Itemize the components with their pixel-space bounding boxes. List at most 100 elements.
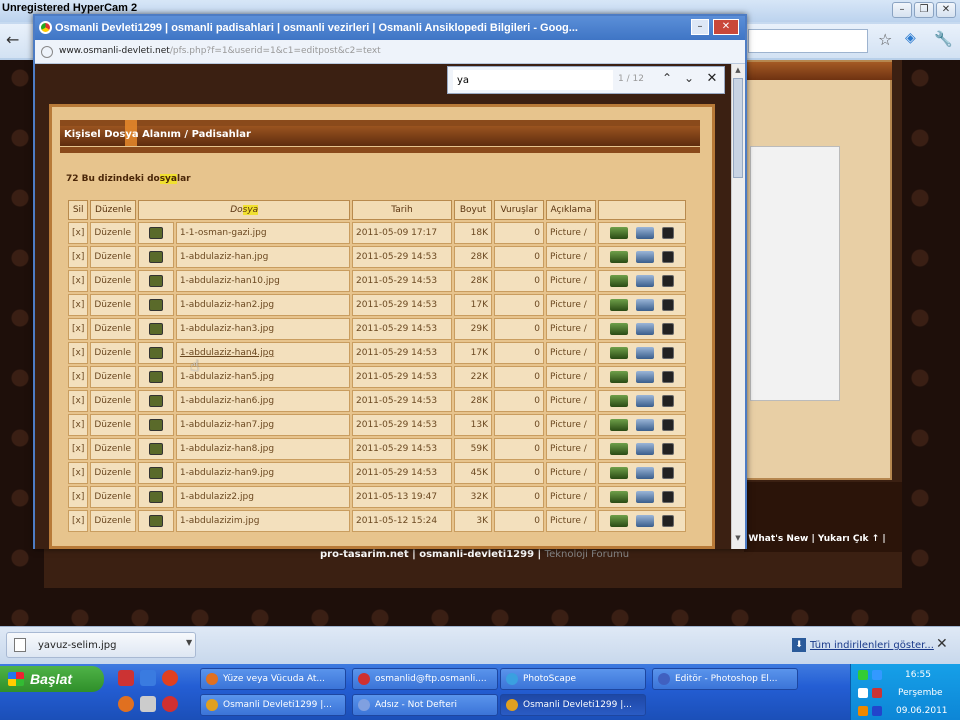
extension-icon[interactable]: ◈ [905, 30, 916, 46]
close-icon[interactable]: ✕ [936, 2, 956, 18]
tray-icon[interactable] [858, 670, 868, 680]
row-delete[interactable]: [x] [68, 294, 89, 316]
image-file-icon[interactable] [149, 443, 164, 455]
view-image-icon[interactable] [636, 323, 654, 335]
row-filename[interactable]: 1-abdulaziz-han2.jpg [175, 294, 350, 316]
filezilla-icon[interactable] [118, 670, 134, 686]
view-image-icon[interactable] [636, 467, 654, 479]
app-icon[interactable] [162, 696, 178, 712]
taskbar-button[interactable]: Osmanli Devleti1299 |... [200, 694, 346, 716]
view-image-icon[interactable] [636, 515, 654, 527]
row-delete[interactable]: [x] [68, 318, 89, 340]
edit-image-icon[interactable] [610, 443, 628, 455]
delete-icon[interactable] [662, 371, 674, 383]
edit-image-icon[interactable] [610, 347, 628, 359]
row-edit[interactable]: Düzenle [90, 438, 137, 460]
row-filename[interactable]: 1-abdulaziz-han6.jpg [175, 390, 350, 412]
row-delete[interactable]: [x] [68, 462, 89, 484]
edit-image-icon[interactable] [610, 515, 628, 527]
delete-icon[interactable] [662, 347, 674, 359]
view-image-icon[interactable] [636, 371, 654, 383]
star-icon[interactable]: ☆ [878, 30, 892, 49]
delete-icon[interactable] [662, 419, 674, 431]
row-delete[interactable]: [x] [68, 366, 89, 388]
delete-icon[interactable] [662, 251, 674, 263]
scroll-thumb[interactable] [733, 78, 743, 178]
delete-icon[interactable] [662, 275, 674, 287]
omnibox[interactable] [748, 29, 868, 53]
back-arrow-icon[interactable]: ← [6, 30, 26, 50]
row-delete[interactable]: [x] [68, 222, 89, 244]
find-input[interactable] [453, 70, 613, 90]
image-file-icon[interactable] [149, 275, 164, 287]
chrome-icon[interactable] [162, 670, 178, 686]
view-image-icon[interactable] [636, 491, 654, 503]
taskbar-button[interactable]: Editör - Photoshop El... [652, 668, 798, 690]
row-delete[interactable]: [x] [68, 246, 89, 268]
image-file-icon[interactable] [149, 347, 164, 359]
image-file-icon[interactable] [149, 227, 164, 239]
taskbar-button[interactable]: Yüze veya Vücuda At... [200, 668, 346, 690]
view-image-icon[interactable] [636, 251, 654, 263]
image-file-icon[interactable] [149, 515, 164, 527]
delete-icon[interactable] [662, 299, 674, 311]
popup-url-bar[interactable]: www.osmanli-devleti.net/pfs.php?f=1&user… [35, 40, 745, 64]
row-edit[interactable]: Düzenle [90, 294, 137, 316]
footer-links[interactable]: | What's New | Yukarı Çık ↑ | [742, 534, 886, 544]
view-image-icon[interactable] [636, 443, 654, 455]
image-file-icon[interactable] [149, 371, 164, 383]
edit-image-icon[interactable] [610, 491, 628, 503]
row-delete[interactable]: [x] [68, 486, 89, 508]
row-filename[interactable]: 1-abdulaziz-han.jpg [175, 246, 350, 268]
view-image-icon[interactable] [636, 419, 654, 431]
row-delete[interactable]: [x] [68, 390, 89, 412]
row-edit[interactable]: Düzenle [90, 366, 137, 388]
row-delete[interactable]: [x] [68, 414, 89, 436]
row-edit[interactable]: Düzenle [90, 486, 137, 508]
delete-icon[interactable] [662, 395, 674, 407]
find-next-icon[interactable]: ⌄ [680, 71, 698, 89]
footer-tech-forum[interactable]: Teknoloji Forumu [545, 549, 629, 560]
row-edit[interactable]: Düzenle [90, 462, 137, 484]
row-filename[interactable]: 1-abdulaziz2.jpg [175, 486, 350, 508]
show-all-downloads-link[interactable]: Tüm indirilenleri göster... [810, 640, 934, 651]
clock-time[interactable]: 16:55 [905, 670, 931, 680]
edit-image-icon[interactable] [610, 371, 628, 383]
tray-icon[interactable] [872, 688, 882, 698]
row-edit[interactable]: Düzenle [90, 318, 137, 340]
tray-icon[interactable] [858, 706, 868, 716]
row-filename[interactable]: 1-abdulaziz-han4.jpg [175, 342, 350, 364]
chevron-down-icon[interactable]: ▼ [186, 638, 192, 647]
row-edit[interactable]: Düzenle [90, 510, 137, 532]
close-icon[interactable]: ✕ [936, 636, 948, 652]
delete-icon[interactable] [662, 227, 674, 239]
row-filename[interactable]: 1-abdulaziz-han10.jpg [175, 270, 350, 292]
row-filename[interactable]: 1-abdulaziz-han8.jpg [175, 438, 350, 460]
edit-image-icon[interactable] [610, 467, 628, 479]
delete-icon[interactable] [662, 515, 674, 527]
image-file-icon[interactable] [149, 467, 164, 479]
row-filename[interactable]: 1-abdulazizim.jpg [175, 510, 350, 532]
tray-icon[interactable] [872, 670, 882, 680]
delete-icon[interactable] [662, 323, 674, 335]
minimize-icon[interactable]: – [892, 2, 912, 18]
image-file-icon[interactable] [149, 323, 164, 335]
find-prev-icon[interactable]: ⌃ [658, 71, 676, 89]
row-filename[interactable]: 1-abdulaziz-han9.jpg [175, 462, 350, 484]
row-delete[interactable]: [x] [68, 342, 89, 364]
edit-image-icon[interactable] [610, 227, 628, 239]
row-filename[interactable]: 1-abdulaziz-han7.jpg [175, 414, 350, 436]
view-image-icon[interactable] [636, 299, 654, 311]
taskbar-button[interactable]: Osmanli Devleti1299 |... [500, 694, 646, 716]
view-image-icon[interactable] [636, 395, 654, 407]
right-textarea[interactable] [750, 146, 840, 401]
image-file-icon[interactable] [149, 395, 164, 407]
image-file-icon[interactable] [149, 491, 164, 503]
view-image-icon[interactable] [636, 227, 654, 239]
row-edit[interactable]: Düzenle [90, 222, 137, 244]
wrench-icon[interactable]: 🔧 [934, 30, 953, 48]
row-edit[interactable]: Düzenle [90, 342, 137, 364]
delete-icon[interactable] [662, 443, 674, 455]
edit-image-icon[interactable] [610, 275, 628, 287]
edit-image-icon[interactable] [610, 299, 628, 311]
